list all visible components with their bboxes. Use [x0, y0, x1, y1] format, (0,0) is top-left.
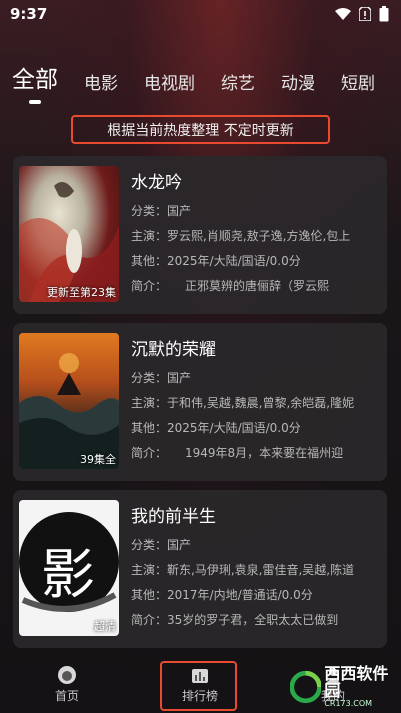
item-other: 其他：2017年/内地/普通话/0.0分	[131, 588, 313, 602]
poster-image[interactable]: 影 超清	[19, 500, 119, 636]
item-other: 其他：2025年/大陆/国语/0.0分	[131, 254, 301, 268]
item-cast: 主演：罗云熙,肖顺尧,敖子逸,方逸伦,包上	[131, 229, 351, 243]
poster-character: 影	[41, 543, 95, 606]
tab-label: 全部	[12, 67, 58, 93]
update-notice: 根据当前热度整理 不定时更新	[71, 115, 330, 144]
tab-tv-series[interactable]: 电视剧	[144, 69, 195, 104]
nav-label: 首页	[54, 689, 79, 703]
no-sim-icon	[359, 7, 371, 21]
status-time: 9:37	[10, 5, 48, 23]
tab-label: 短剧	[341, 74, 375, 94]
status-bar: 9:37	[0, 0, 401, 28]
list-item[interactable]: 影 超清 我的前半生 分类：国产 主演：靳东,马伊琍,袁泉,雷佳音,吴越,陈道 …	[13, 490, 387, 648]
battery-icon	[379, 6, 389, 22]
watermark-subtext: CR173.COM	[324, 698, 373, 708]
item-intro: 简介： 正邪莫辨的唐俪辞（罗云熙	[131, 279, 330, 293]
episode-badge: 39集全	[80, 453, 116, 466]
quality-badge: 超清	[94, 620, 116, 633]
poster-art	[19, 182, 119, 302]
tab-label: 动漫	[281, 74, 315, 94]
wifi-icon	[335, 7, 351, 20]
tab-label: 电视剧	[144, 74, 195, 94]
item-category: 分类：国产	[131, 204, 192, 218]
poster-image[interactable]: 39集全	[19, 333, 119, 469]
item-cast: 主演：靳东,马伊琍,袁泉,雷佳音,吴越,陈道	[131, 563, 355, 577]
tab-movie[interactable]: 电影	[84, 69, 118, 104]
poster-image[interactable]: 更新至第23集	[19, 166, 119, 302]
status-icons	[335, 6, 389, 22]
item-category: 分类：国产	[131, 538, 192, 552]
tab-all[interactable]: 全部	[12, 64, 58, 104]
nav-home[interactable]: 首页	[37, 655, 97, 704]
item-cast: 主演：于和伟,吴越,魏晨,曾黎,余皑磊,隆妮	[131, 396, 355, 410]
tab-label: 综艺	[221, 74, 255, 94]
episode-badge: 更新至第23集	[47, 286, 116, 299]
tab-anime[interactable]: 动漫	[281, 69, 315, 104]
item-title[interactable]: 水龙吟	[131, 168, 182, 193]
item-title[interactable]: 我的前半生	[131, 502, 216, 527]
item-other: 其他：2025年/大陆/国语/0.0分	[131, 421, 301, 435]
poster-art	[19, 353, 119, 469]
tab-variety[interactable]: 综艺	[221, 69, 255, 104]
rank-highlight	[160, 661, 237, 711]
notice-text: 根据当前热度整理 不定时更新	[107, 122, 294, 139]
tab-indicator	[29, 100, 41, 104]
watermark: 西西软件园 CR173.COM	[290, 664, 398, 708]
category-tabs: 全部 电影 电视剧 综艺 动漫 短剧	[0, 64, 401, 104]
list-item[interactable]: 更新至第23集 水龙吟 分类：国产 主演：罗云熙,肖顺尧,敖子逸,方逸伦,包上 …	[13, 156, 387, 314]
list-item[interactable]: 39集全 沉默的荣耀 分类：国产 主演：于和伟,吴越,魏晨,曾黎,余皑磊,隆妮 …	[13, 323, 387, 481]
item-intro: 简介：35岁的罗子君，全职太太已做到	[131, 613, 339, 627]
watermark-logo-icon	[290, 670, 322, 704]
item-title[interactable]: 沉默的荣耀	[131, 335, 216, 360]
tab-short-drama[interactable]: 短剧	[341, 69, 375, 104]
item-category: 分类：国产	[131, 371, 192, 385]
home-icon	[58, 666, 76, 684]
tab-label: 电影	[84, 74, 118, 94]
watermark-text: 西西软件园	[324, 664, 389, 700]
item-intro: 简介： 1949年8月，本来要在福州迎	[131, 446, 344, 460]
